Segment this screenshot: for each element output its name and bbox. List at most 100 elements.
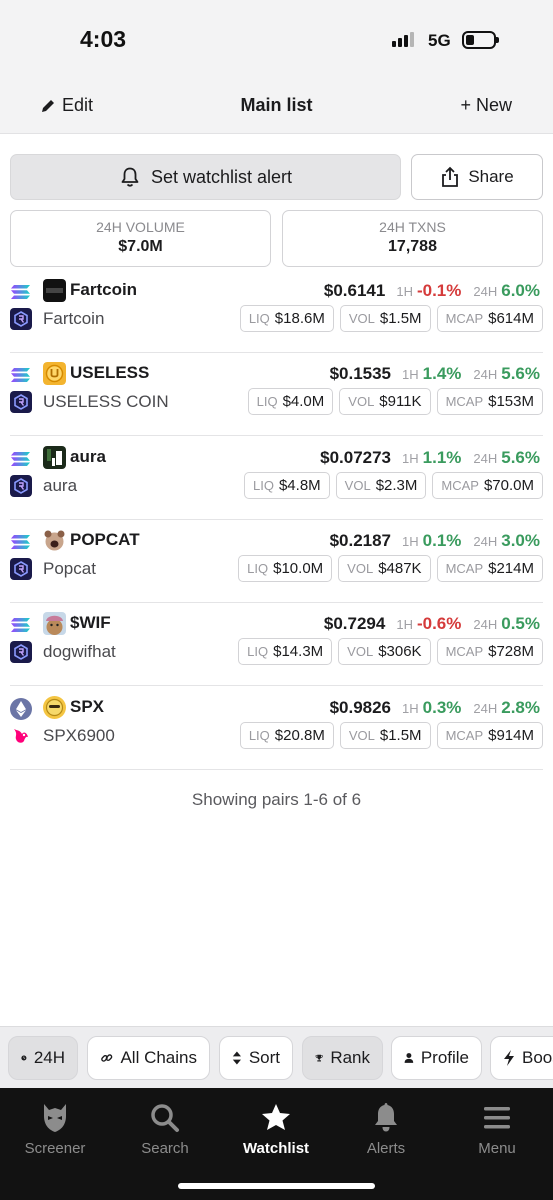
volume-chip: VOL $2.3M — [335, 471, 427, 499]
change-24h: 2.8% — [501, 697, 540, 717]
mcap-value: $728M — [488, 643, 534, 661]
raydium-dex-icon — [10, 391, 32, 414]
liquidity-chip: LIQ $4.8M — [244, 471, 330, 499]
mcap-label: MCAP — [445, 311, 484, 326]
liq-value: $14.3M — [273, 643, 324, 661]
token-name: dogwifhat — [43, 642, 116, 662]
token-name: Fartcoin — [43, 309, 105, 328]
filter-sort-button[interactable]: Sort — [219, 1036, 293, 1080]
pencil-icon — [42, 99, 54, 112]
tab-watchlist[interactable]: Watchlist — [221, 1102, 331, 1157]
mcap-chip: MCAP $914M — [436, 721, 543, 749]
change-24h: 5.6% — [501, 447, 540, 467]
vol-value: $487K — [378, 559, 422, 577]
ethereum-chain-icon — [10, 697, 32, 720]
token-name: USELESS COIN — [43, 392, 169, 412]
token-symbol: POPCAT — [70, 529, 140, 549]
raydium-dex-icon — [10, 308, 32, 330]
tab-alerts[interactable]: Alerts — [331, 1102, 441, 1157]
filter-profile-button[interactable]: Profile — [391, 1036, 482, 1080]
mcap-label: MCAP — [445, 644, 484, 660]
change-1h-label: 1H — [396, 284, 413, 299]
price-line: $0.2187 1H 0.1% 24H 3.0% — [330, 531, 540, 551]
liq-label: LIQ — [248, 727, 270, 743]
tab-label: Screener — [24, 1140, 86, 1157]
vol-value: $911K — [379, 393, 422, 411]
tab-menu[interactable]: Menu — [442, 1102, 552, 1157]
metrics-line: LIQ $4.0M VOL $911K MCAP $153M — [247, 388, 543, 416]
liq-label: LIQ — [247, 560, 269, 576]
change-1h-label: 1H — [396, 617, 413, 633]
stat-24h-volume: 24H VOLUME $7.0M — [10, 210, 271, 267]
uniswap-dex-icon — [10, 725, 32, 747]
token-symbol: SPX — [70, 696, 105, 716]
pair-row[interactable]: aura aura $0.07273 1H 1.1% 24H 5.6% LIQ $4.8M VOL… — [10, 437, 543, 520]
token-price: $0.6141 — [323, 281, 386, 300]
star-icon — [262, 1104, 290, 1130]
stat-value: $7.0M — [118, 238, 163, 255]
token-name: SPX6900 — [43, 725, 115, 745]
change-24h-label: 24H — [473, 450, 498, 466]
solana-chain-icon — [10, 364, 32, 386]
stat-label: 24H VOLUME — [96, 219, 185, 235]
pair-row[interactable]: USELESS USELESS COIN $0.1535 1H 1.4% 24H 5.6% L… — [10, 353, 543, 437]
pair-row[interactable]: $WIF dogwifhat $0.7294 1H -0.6% 24H 0.5% LIQ $14… — [10, 603, 543, 687]
pair-row[interactable]: SPX SPX6900 $0.9826 1H 0.3% 24H 2.8% LIQ $20.8M V… — [10, 687, 543, 770]
filter-all-chains-button[interactable]: All Chains — [87, 1036, 210, 1080]
tab-search[interactable]: Search — [110, 1102, 220, 1157]
volume-chip: VOL $911K — [339, 388, 431, 416]
liq-label: LIQ — [253, 477, 274, 493]
home-indicator — [178, 1183, 375, 1189]
mcap-label: MCAP — [445, 394, 484, 410]
pair-row[interactable]: POPCAT Popcat $0.2187 1H 0.1% 24H 3.0% LIQ $10.0… — [10, 520, 543, 603]
metrics-line: LIQ $4.8M VOL $2.3M MCAP $70.0M — [244, 471, 543, 499]
change-1h: 0.3% — [422, 697, 462, 717]
bolt-icon — [504, 1050, 514, 1066]
liquidity-chip: LIQ $18.6M — [239, 305, 334, 332]
metrics-line: LIQ $18.6M VOL $1.5M MCAP $614M — [239, 305, 543, 332]
mcap-chip: MCAP $728M — [436, 638, 543, 666]
token-logo — [43, 695, 66, 719]
edit-button[interactable]: Edit — [40, 95, 93, 116]
share-button[interactable]: Share — [411, 154, 543, 200]
nav-bar: Edit Main list + New — [0, 82, 553, 134]
clock-icon — [21, 1055, 27, 1061]
token-symbol: aura — [70, 446, 106, 466]
user-icon — [404, 1053, 414, 1063]
bell-icon — [375, 1103, 397, 1132]
change-1h: -0.6% — [416, 614, 462, 634]
change-24h: 6.0% — [501, 281, 540, 300]
search-icon — [151, 1104, 179, 1132]
vol-value: $1.5M — [379, 726, 422, 744]
vol-label: VOL — [348, 727, 375, 743]
mcap-label: MCAP — [445, 727, 484, 743]
signal-icon — [392, 31, 414, 47]
sort-icon — [232, 1051, 241, 1065]
volume-chip: VOL $487K — [338, 554, 431, 582]
liquidity-chip: LIQ $10.0M — [238, 554, 333, 582]
filter-boosts-button[interactable]: Boos — [490, 1036, 553, 1080]
metrics-line: LIQ $20.8M VOL $1.5M MCAP $914M — [239, 721, 543, 749]
token-symbol: Fartcoin — [70, 280, 138, 299]
status-bar: 4:03 5G — [0, 0, 553, 82]
filter-label: Rank — [330, 1048, 370, 1067]
liquidity-chip: LIQ $14.3M — [238, 638, 333, 666]
stat-24h-txns: 24H TXNS 17,788 — [282, 210, 543, 267]
tab-screener[interactable]: Screener — [0, 1102, 110, 1157]
pair-row[interactable]: Fartcoin Fartcoin $0.6141 1H -0.1% 24H 6.0% LIQ… — [10, 270, 543, 353]
liq-value: $20.8M — [274, 726, 325, 744]
solana-chain-icon — [10, 614, 32, 636]
filter-24h-button[interactable]: 24H — [8, 1036, 78, 1080]
share-label: Share — [468, 167, 514, 186]
price-line: $0.6141 1H -0.1% 24H 6.0% — [324, 281, 540, 301]
volume-chip: VOL $306K — [338, 638, 431, 666]
price-line: $0.1535 1H 1.4% 24H 5.6% — [330, 364, 540, 384]
new-list-button[interactable]: + New — [460, 95, 512, 116]
change-1h-label: 1H — [402, 700, 419, 716]
set-watchlist-alert-button[interactable]: Set watchlist alert — [10, 154, 401, 200]
mcap-chip: MCAP $214M — [436, 554, 543, 582]
filter-label: Sort — [248, 1048, 280, 1067]
token-name: aura — [43, 475, 78, 495]
change-24h: 3.0% — [501, 530, 540, 550]
filter-rank-button[interactable]: Rank — [302, 1036, 383, 1080]
